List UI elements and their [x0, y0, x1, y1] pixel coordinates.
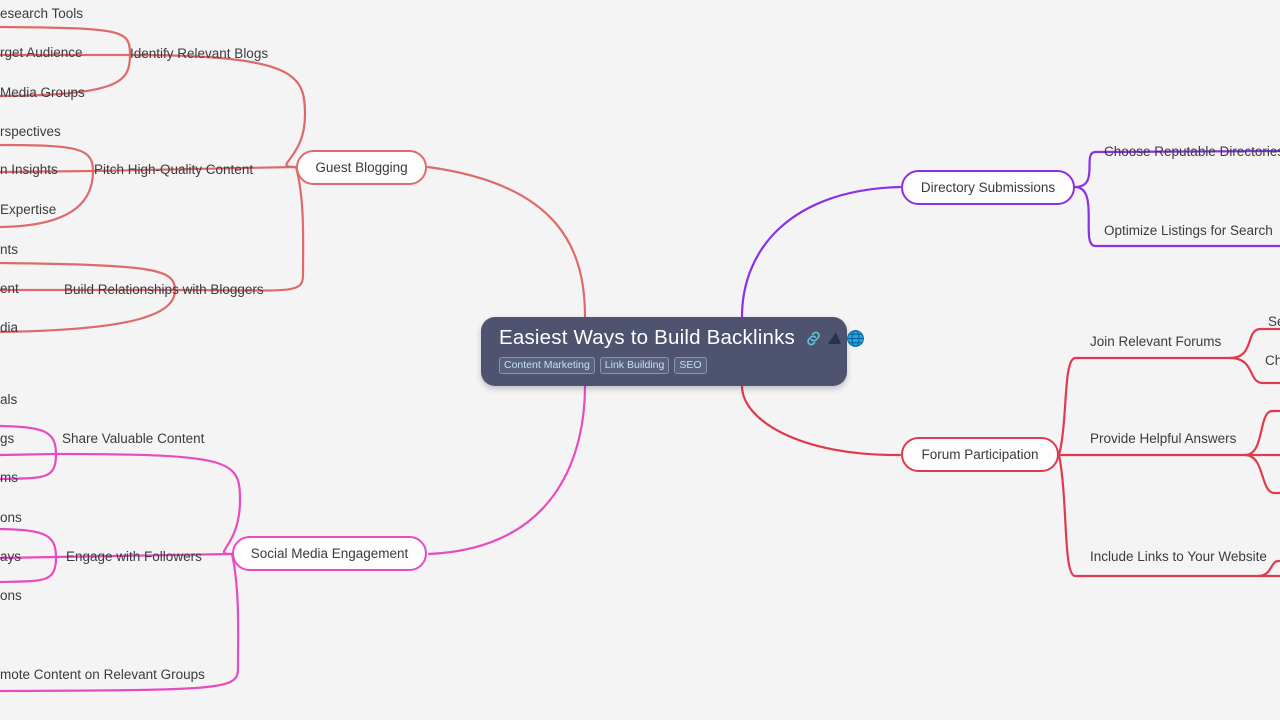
leaf-node-media-groups[interactable]: Media Groups: [0, 85, 85, 100]
leaf-node-ms[interactable]: ms: [0, 470, 18, 485]
leaf-node-target-audience[interactable]: rget Audience: [0, 45, 83, 60]
sub-node-provide-helpful-answers[interactable]: Provide Helpful Answers: [1090, 431, 1236, 446]
leaf-node-ons-2[interactable]: ons: [0, 588, 22, 603]
branch-label-forum-participation: Forum Participation: [921, 447, 1039, 462]
sub-node-choose-reputable-directories[interactable]: Choose Reputable Directories: [1104, 144, 1280, 159]
leaf-node-ent[interactable]: ent: [0, 281, 19, 296]
root-title-row: Easiest Ways to Build Backlinks: [499, 326, 864, 350]
sub-node-build-relationships-with-bloggers[interactable]: Build Relationships with Bloggers: [64, 282, 264, 297]
leaf-node-nts[interactable]: nts: [0, 242, 18, 257]
leaf-node-ays[interactable]: ays: [0, 549, 21, 564]
leaf-node-perspectives[interactable]: rspectives: [0, 124, 61, 139]
leaf-node-dia[interactable]: dia: [0, 320, 18, 335]
sub-node-pitch-high-quality-content[interactable]: Pitch High-Quality Content: [94, 162, 253, 177]
globe-icon: [847, 329, 864, 347]
leaf-node-research-tools[interactable]: esearch Tools: [0, 6, 83, 21]
branch-node-guest-blogging[interactable]: Guest Blogging: [296, 150, 427, 185]
tag-content-marketing[interactable]: Content Marketing: [499, 357, 595, 374]
leaf-node-als[interactable]: als: [0, 392, 17, 407]
sub-node-promote-content-on-relevant-groups[interactable]: mote Content on Relevant Groups: [0, 667, 205, 682]
sub-node-share-valuable-content[interactable]: Share Valuable Content: [62, 431, 204, 446]
branch-node-social-media-engagement[interactable]: Social Media Engagement: [232, 536, 427, 571]
link-icon: [807, 331, 820, 345]
tag-seo[interactable]: SEO: [674, 357, 707, 374]
tag-link-building[interactable]: Link Building: [599, 357, 670, 374]
root-tag-list: Content Marketing Link Building SEO: [499, 357, 829, 374]
page-title: Easiest Ways to Build Backlinks: [499, 326, 795, 349]
branch-node-forum-participation[interactable]: Forum Participation: [901, 437, 1059, 472]
root-icon-group: [804, 329, 865, 348]
leaf-node-se[interactable]: Se: [1268, 314, 1280, 329]
branch-label-directory-submissions: Directory Submissions: [920, 180, 1056, 195]
branch-label-guest-blogging: Guest Blogging: [315, 160, 408, 175]
sub-node-identify-relevant-blogs[interactable]: Identify Relevant Blogs: [130, 46, 268, 61]
leaf-node-insights[interactable]: n Insights: [0, 162, 58, 177]
leaf-node-gs[interactable]: gs: [0, 431, 14, 446]
sub-node-include-links-to-your-website[interactable]: Include Links to Your Website: [1090, 549, 1267, 564]
leaf-node-expertise[interactable]: Expertise: [0, 202, 56, 217]
sub-node-join-relevant-forums[interactable]: Join Relevant Forums: [1090, 334, 1221, 349]
flag-icon: [828, 332, 841, 344]
branch-node-directory-submissions[interactable]: Directory Submissions: [901, 170, 1075, 205]
root-node[interactable]: Easiest Ways to Build Backlinks Content …: [481, 317, 864, 386]
leaf-node-ons-1[interactable]: ons: [0, 510, 22, 525]
branch-label-social-media-engagement: Social Media Engagement: [250, 546, 409, 561]
leaf-node-ch[interactable]: Ch: [1265, 353, 1280, 368]
sub-node-engage-with-followers[interactable]: Engage with Followers: [66, 549, 202, 564]
sub-node-optimize-listings-for-search[interactable]: Optimize Listings for Search: [1104, 223, 1273, 238]
